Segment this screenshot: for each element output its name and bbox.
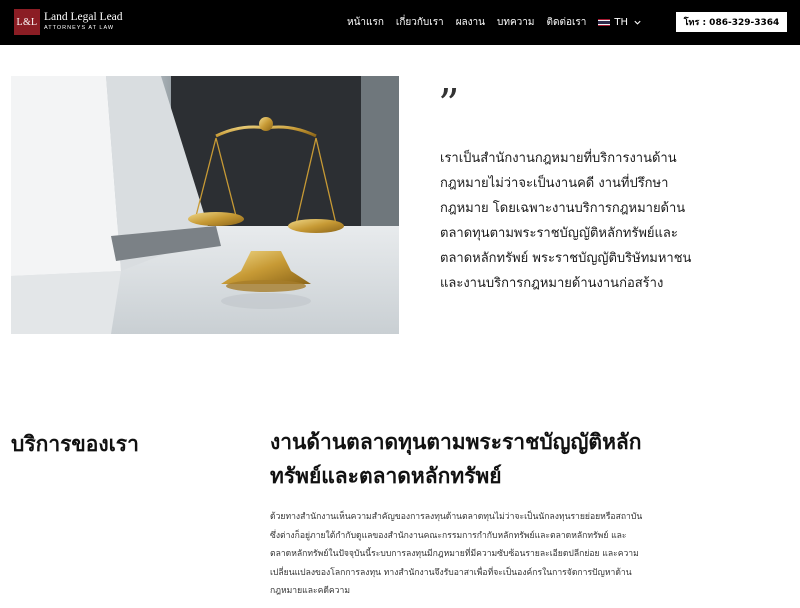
quote-line: ตลาดทุนตามพระราชบัญญัติหลักทรัพย์และ <box>440 226 678 241</box>
nav-portfolio[interactable]: ผลงาน <box>456 15 485 30</box>
service-title-line: งานด้านตลาดทุนตามพระราชบัญญัติหลัก <box>270 430 642 454</box>
nav-about[interactable]: เกี่ยวกับเรา <box>396 15 444 30</box>
main-nav: หน้าแรก เกี่ยวกับเรา ผลงาน บทความ ติดต่อ… <box>347 0 642 45</box>
service-description-line: กฎหมายและคดีความ <box>270 586 350 596</box>
services-heading: บริการของเรา <box>11 432 139 456</box>
quote-line: เราเป็นสำนักงานกฎหมายที่บริการงานด้าน <box>440 151 677 166</box>
phone-call-button[interactable]: โทร : 086-329-3364 <box>676 12 787 32</box>
nav-articles[interactable]: บทความ <box>497 15 534 30</box>
intro-quote: เราเป็นสำนักงานกฎหมายที่บริการงานด้าน กฎ… <box>440 146 740 296</box>
nav-contact[interactable]: ติดต่อเรา <box>546 15 586 30</box>
quote-line: กฎหมายไม่ว่าจะเป็นงานคดี งานที่ปรึกษา <box>440 176 669 191</box>
service-title: งานด้านตลาดทุนตามพระราชบัญญัติหลัก ทรัพย… <box>270 425 740 493</box>
service-description: ด้วยทางสำนักงานเห็นความสำคัญของการลงทุนด… <box>270 508 740 601</box>
site-logo[interactable]: L&L Land Legal Lead ATTORNEYS AT LAW <box>14 9 123 35</box>
service-description-line: ด้วยทางสำนักงานเห็นความสำคัญของการลงทุนด… <box>270 512 643 522</box>
top-navbar: L&L Land Legal Lead ATTORNEYS AT LAW หน้… <box>0 0 800 45</box>
language-label: TH <box>614 17 629 28</box>
service-description-line: ซึ่งต่างก็อยู่ภายใต้กำกับดูแลของสำนักงาน… <box>270 530 627 541</box>
quote-line: ตลาดหลักทรัพย์ พระราชบัญญัติบริษัทมหาชน <box>440 251 692 266</box>
logo-text: Land Legal Lead ATTORNEYS AT LAW <box>44 11 123 33</box>
thai-flag-icon <box>598 18 611 27</box>
quote-line: กฎหมาย โดยเฉพาะงานบริการกฎหมายด้าน <box>440 201 686 216</box>
service-description-line: ตลาดหลักทรัพย์ในปัจจุบันนี้ระบบการลงทุนม… <box>270 549 639 559</box>
quote-line: และงานบริการกฎหมายด้านงานก่อสร้าง <box>440 276 664 291</box>
logo-name: Land Legal Lead <box>44 11 123 23</box>
service-title-line: ทรัพย์และตลาดหลักทรัพย์ <box>270 464 502 488</box>
language-selector[interactable]: TH <box>598 17 642 28</box>
nav-home[interactable]: หน้าแรก <box>347 15 384 30</box>
logo-subtitle: ATTORNEYS AT LAW <box>44 25 115 31</box>
logo-mark: L&L <box>14 9 40 35</box>
service-description-line: เปลี่ยนแปลงของโลกการลงทุน ทางสำนักงานจึง… <box>270 567 632 578</box>
scales-of-justice-image <box>11 76 399 334</box>
quote-mark-icon: ” <box>438 80 460 129</box>
chevron-down-icon <box>634 20 641 25</box>
